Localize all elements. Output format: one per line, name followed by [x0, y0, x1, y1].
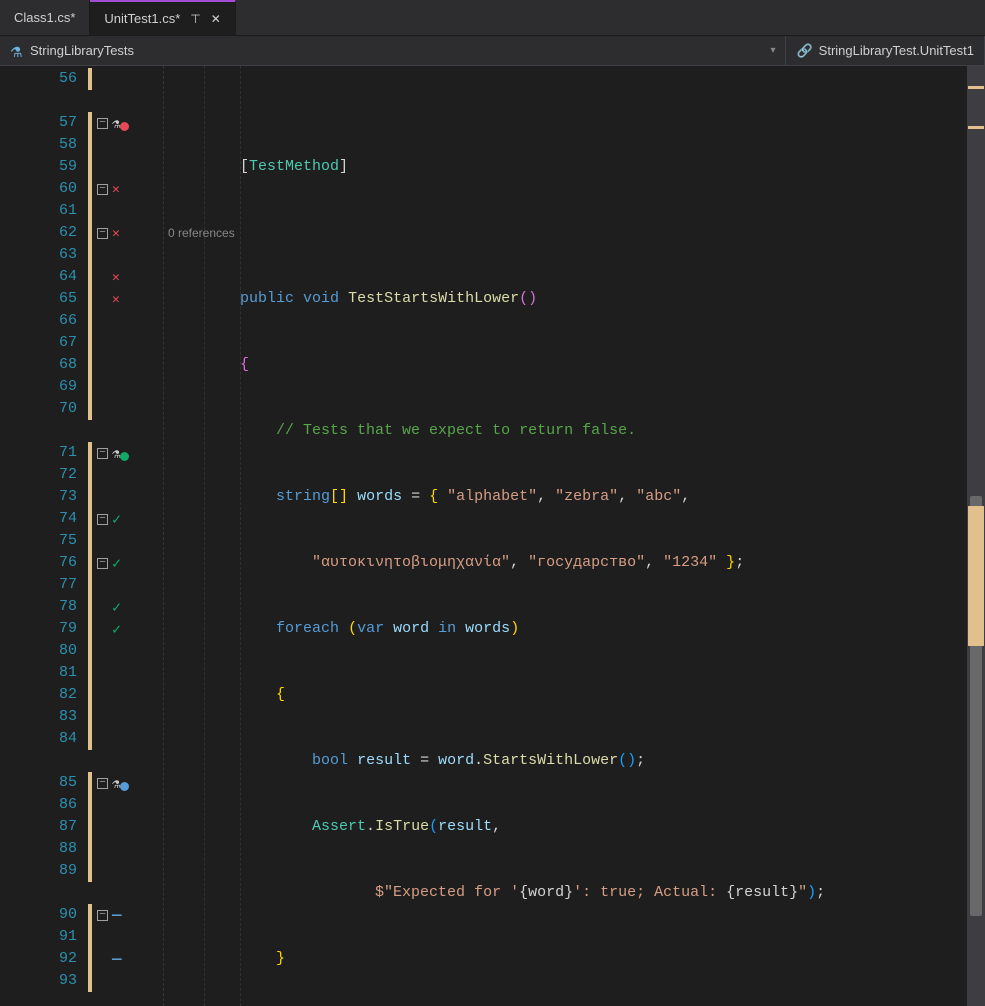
- test-beaker-icon[interactable]: [112, 116, 126, 130]
- code-margin: − −✕ −✕ ✕ ✕ − −✓ −✓ ✓ ✓ − −— —: [93, 66, 163, 1006]
- tab-unittest1[interactable]: UnitTest1.cs* ⊤ ✕: [90, 0, 235, 35]
- tab-bar: Class1.cs* UnitTest1.cs* ⊤ ✕: [0, 0, 985, 36]
- vertical-scrollbar[interactable]: [967, 66, 985, 1006]
- chevron-down-icon[interactable]: ▾: [770, 45, 775, 56]
- breadcrumb-label: StringLibraryTest.UnitTest1: [819, 43, 974, 58]
- fold-toggle[interactable]: −: [97, 184, 108, 195]
- fold-toggle[interactable]: −: [97, 448, 108, 459]
- breadcrumb-bar: StringLibraryTests ▾ 🔗 StringLibraryTest…: [0, 36, 985, 66]
- test-notrun-icon: —: [112, 910, 122, 920]
- test-pass-icon: ✓: [112, 598, 121, 617]
- fold-toggle[interactable]: −: [97, 228, 108, 239]
- test-fail-icon: ✕: [112, 270, 120, 285]
- tab-label: Class1.cs*: [14, 10, 75, 25]
- test-pass-icon: ✓: [112, 510, 121, 529]
- codelens-references[interactable]: 0 references: [164, 222, 967, 244]
- test-fail-icon: ✕: [112, 292, 120, 307]
- fold-toggle[interactable]: −: [97, 514, 108, 525]
- class-icon: 🔗: [796, 43, 812, 59]
- breadcrumb-project[interactable]: StringLibraryTests ▾: [0, 36, 786, 65]
- test-notrun-icon: —: [112, 954, 122, 964]
- test-fail-icon: ✕: [112, 226, 120, 241]
- line-number-gutter: 5657585960616263646566676869707172737475…: [0, 66, 87, 1006]
- test-pass-icon: ✓: [112, 620, 121, 639]
- close-icon[interactable]: ✕: [211, 12, 221, 26]
- fold-toggle[interactable]: −: [97, 910, 108, 921]
- fold-toggle[interactable]: −: [97, 558, 108, 569]
- test-fail-icon: ✕: [112, 182, 120, 197]
- tab-class1[interactable]: Class1.cs*: [0, 0, 90, 35]
- tab-label: UnitTest1.cs*: [104, 11, 180, 26]
- editor: 5657585960616263646566676869707172737475…: [0, 66, 985, 1006]
- fold-toggle[interactable]: −: [97, 778, 108, 789]
- breadcrumb-class[interactable]: 🔗 StringLibraryTest.UnitTest1: [786, 36, 985, 65]
- test-beaker-icon[interactable]: [112, 446, 126, 460]
- test-pass-icon: ✓: [112, 554, 121, 573]
- code-area[interactable]: [TestMethod] 0 references public void Te…: [163, 66, 967, 1006]
- fold-toggle[interactable]: −: [97, 118, 108, 129]
- pin-icon[interactable]: ⊤: [190, 12, 200, 26]
- breadcrumb-label: StringLibraryTests: [30, 43, 134, 58]
- test-beaker-icon[interactable]: [112, 776, 126, 790]
- project-icon: [10, 44, 24, 58]
